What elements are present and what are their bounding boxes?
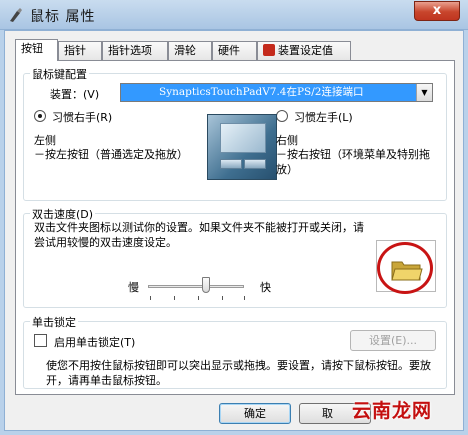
button-label: 确定 <box>244 407 266 420</box>
tab-label: 装置设定值 <box>278 44 333 57</box>
left-hand-label[interactable]: 习惯左手(L) <box>294 109 353 125</box>
tab-wheel[interactable]: 滑轮 <box>168 41 212 60</box>
tab-label: 硬件 <box>218 44 240 57</box>
click-lock-description: 使您不用按住鼠标按钮即可以突出显示或拖拽。要设置，请按下鼠标按钮。要放开，请再单… <box>46 359 431 387</box>
fast-label: 快 <box>260 281 271 294</box>
left-hand-radio[interactable] <box>276 110 288 122</box>
tab-panel-buttons: 鼠标键配置 装置：(V) SynapticsTouchPadV7.4在PS/2连… <box>15 60 455 395</box>
right-side-title: 右侧 <box>276 134 298 147</box>
test-folder-area[interactable] <box>376 240 436 294</box>
tab-device-settings[interactable]: 装置设定值 <box>257 41 351 60</box>
close-icon: x <box>432 3 442 18</box>
slider-tick <box>222 296 223 300</box>
touchpad-left-button <box>220 159 242 169</box>
window-title: 鼠标 属性 <box>30 9 96 25</box>
watermark-logo: 云南龙网 <box>352 396 432 422</box>
mouse-properties-icon <box>8 7 24 23</box>
left-side-title: 左侧 <box>34 134 56 147</box>
touchpad-image <box>207 114 277 180</box>
button-config-group: 鼠标键配置 装置：(V) SynapticsTouchPadV7.4在PS/2连… <box>23 66 447 201</box>
watermark-text: 云南龙网 <box>352 400 433 422</box>
right-side-description: －按右按钮（环境菜单及特别拖放） <box>276 148 430 176</box>
slider-thumb[interactable] <box>201 277 210 293</box>
double-click-description: 双击文件夹图标以测试你的设置。如果文件夹不能被打开或关闭，请尝试用较慢的双击速度… <box>34 221 364 249</box>
device-value: SynapticsTouchPadV7.4在PS/2连接端口 <box>159 86 364 98</box>
click-lock-settings-button[interactable]: 设置(E)... <box>350 330 436 351</box>
button-label: 取 <box>322 407 333 420</box>
double-click-speed-slider[interactable] <box>148 285 244 288</box>
right-hand-label[interactable]: 习惯右手(R) <box>52 109 112 125</box>
click-lock-group: 单击锁定 启用单击锁定(T) 设置(E)... 使您不用按住鼠标按钮即可以突出显… <box>23 314 447 389</box>
click-lock-checkbox[interactable] <box>34 334 47 347</box>
tab-label: 指针 <box>64 44 86 57</box>
touchpad-right-button <box>244 159 266 169</box>
chevron-down-icon[interactable]: ▼ <box>416 84 432 101</box>
slider-tick <box>198 296 199 300</box>
group-label: 鼠标键配置 <box>30 66 89 82</box>
red-highlight-circle <box>377 242 433 294</box>
double-click-group: 双击速度(D) 双击文件夹图标以测试你的设置。如果文件夹不能被打开或关闭，请尝试… <box>23 206 447 308</box>
slider-tick <box>244 296 245 300</box>
tab-label: 按钮 <box>21 42 43 55</box>
close-button[interactable]: x <box>414 1 460 21</box>
tab-pointer-options[interactable]: 指针选项 <box>102 41 168 60</box>
slider-tick <box>174 296 175 300</box>
ok-button[interactable]: 确定 <box>219 403 291 424</box>
tab-label: 滑轮 <box>174 44 196 57</box>
click-lock-label[interactable]: 启用单击锁定(T) <box>54 334 135 350</box>
tab-pointers[interactable]: 指针 <box>58 41 102 60</box>
touchpad-surface <box>220 123 266 153</box>
tab-buttons[interactable]: 按钮 <box>15 39 58 61</box>
tab-label: 指针选项 <box>108 44 152 57</box>
tab-hardware[interactable]: 硬件 <box>212 41 257 60</box>
synaptics-icon <box>263 44 275 56</box>
left-side-description: －按左按钮（普通选定及拖放） <box>34 148 188 161</box>
slow-label: 慢 <box>128 281 139 294</box>
group-label: 单击锁定 <box>30 314 78 330</box>
dialog-body: 按钮 指针 指针选项 滑轮 硬件 装置设定值 鼠标键配置 装置：(V) Syna… <box>4 30 464 431</box>
slider-tick <box>150 296 151 300</box>
right-hand-radio[interactable] <box>34 110 46 122</box>
title-bar: 鼠标 属性 x <box>0 0 468 30</box>
button-label: 设置(E)... <box>368 334 418 347</box>
device-label: 装置：(V) <box>50 88 100 101</box>
device-select[interactable]: SynapticsTouchPadV7.4在PS/2连接端口 ▼ <box>120 83 433 102</box>
